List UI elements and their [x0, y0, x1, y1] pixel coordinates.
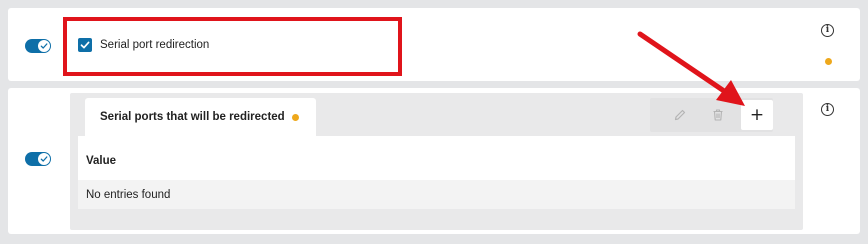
modified-indicator-dot — [825, 58, 832, 65]
table-toolbar: + — [650, 98, 773, 132]
info-icon[interactable]: i — [821, 24, 834, 37]
trash-icon — [713, 109, 723, 121]
check-icon — [40, 43, 48, 49]
toggle-knob — [38, 40, 50, 52]
serial-ports-card: Serial ports that will be redirected + V… — [8, 88, 860, 234]
serial-ports-table: Value No entries found — [78, 136, 795, 209]
edit-button[interactable] — [664, 100, 696, 130]
serial-ports-panel: Serial ports that will be redirected + V… — [70, 93, 803, 230]
serial-ports-toggle[interactable] — [25, 152, 51, 166]
modified-indicator-dot — [292, 114, 299, 121]
plus-icon: + — [749, 104, 765, 125]
empty-state-text: No entries found — [86, 189, 171, 201]
delete-button[interactable] — [702, 100, 734, 130]
toggle-knob — [38, 153, 50, 165]
add-button[interactable]: + — [741, 100, 773, 130]
serial-redirection-toggle[interactable] — [25, 39, 51, 53]
column-header-value: Value — [86, 155, 117, 167]
check-icon — [40, 156, 48, 162]
serial-redirection-card: Serial port redirection i — [8, 8, 860, 81]
info-icon[interactable]: i — [821, 103, 834, 116]
pencil-icon — [674, 109, 686, 121]
annotation-highlight-box — [63, 17, 402, 76]
tab-label: Serial ports that will be redirected — [100, 111, 285, 123]
table-row-empty: No entries found — [78, 180, 795, 209]
tab-serial-ports[interactable]: Serial ports that will be redirected — [85, 98, 316, 136]
